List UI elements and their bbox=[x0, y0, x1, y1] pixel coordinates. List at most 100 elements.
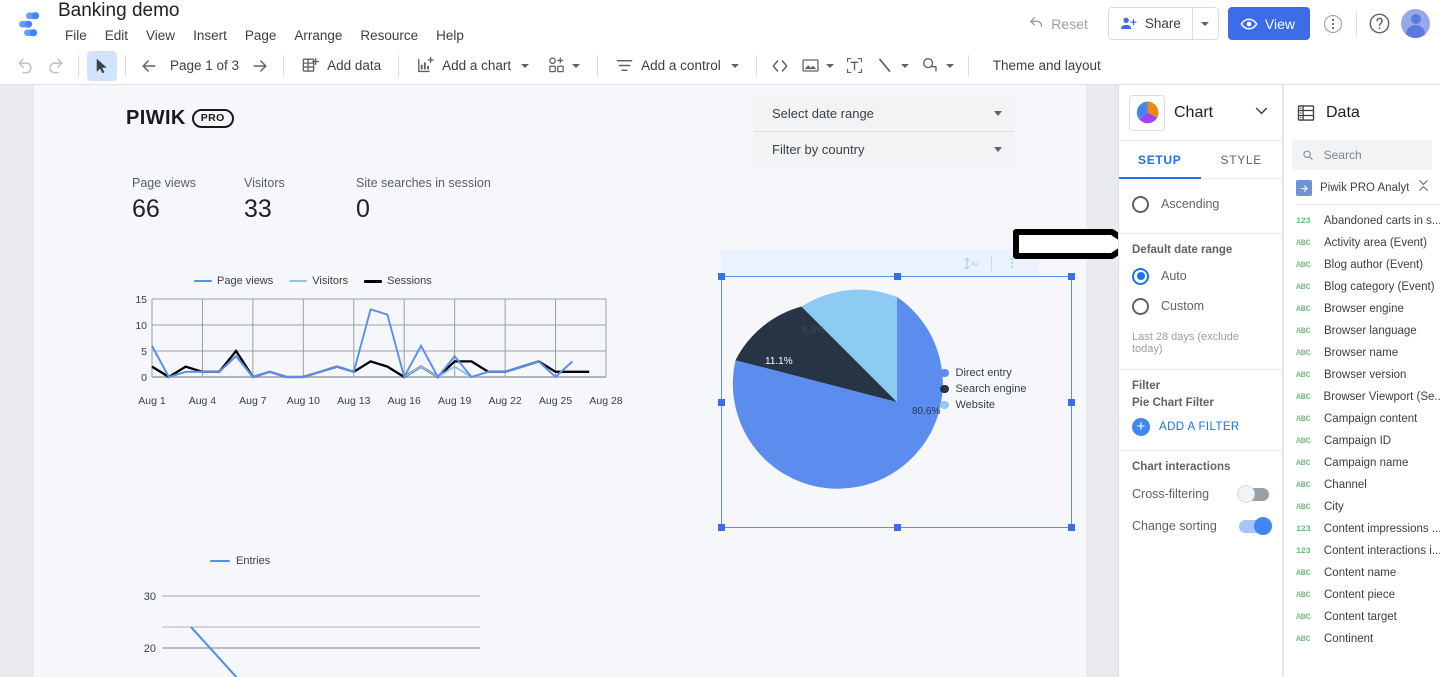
data-field-row[interactable]: ABC Continent bbox=[1284, 628, 1440, 650]
cross-filtering-toggle[interactable] bbox=[1237, 485, 1269, 503]
resize-handle-s[interactable] bbox=[894, 524, 901, 531]
menu-help[interactable]: Help bbox=[427, 24, 473, 48]
menu-insert[interactable]: Insert bbox=[184, 24, 236, 48]
document-title[interactable]: Banking demo bbox=[56, 0, 473, 22]
entries-chart[interactable]: Entries 30 20 bbox=[134, 555, 634, 677]
insert-image-button[interactable] bbox=[795, 51, 840, 80]
share-button[interactable]: Share bbox=[1109, 8, 1192, 39]
change-sorting-toggle[interactable] bbox=[1239, 517, 1272, 535]
insert-line-button[interactable] bbox=[870, 51, 915, 80]
collapse-source-icon[interactable] bbox=[1417, 179, 1430, 197]
data-field-row[interactable]: ABC Content name bbox=[1284, 562, 1440, 584]
toggle-row-cross-filtering[interactable]: Cross-filtering bbox=[1132, 478, 1269, 510]
section-title: Filter bbox=[1132, 380, 1161, 392]
help-button[interactable] bbox=[1365, 10, 1393, 38]
radio-date-custom[interactable]: Custom bbox=[1132, 291, 1269, 321]
chart-type-thumbnail[interactable] bbox=[1129, 94, 1165, 131]
radio-ascending[interactable]: Ascending bbox=[1132, 189, 1269, 219]
data-search-box[interactable] bbox=[1292, 140, 1432, 170]
more-options-button[interactable] bbox=[1318, 9, 1348, 39]
sort-order-section: Ascending bbox=[1119, 179, 1282, 234]
add-data-button[interactable]: Add data bbox=[292, 51, 390, 80]
chevron-down-icon bbox=[572, 63, 581, 68]
x-tick-label: Aug 13 bbox=[337, 395, 371, 407]
data-field-row[interactable]: 123 Abandoned carts in s... bbox=[1284, 210, 1440, 232]
data-field-row[interactable]: ABC Campaign ID bbox=[1284, 430, 1440, 452]
field-name: Content piece bbox=[1324, 589, 1395, 601]
date-range-control[interactable]: Select date range bbox=[753, 95, 1015, 131]
data-field-row[interactable]: ABC Blog category (Event) bbox=[1284, 276, 1440, 298]
search-input[interactable] bbox=[1321, 147, 1422, 163]
widget-selection-box[interactable]: 80.6% 11.1% 8.3% Direct entry Search eng… bbox=[718, 273, 1075, 531]
radio-date-auto[interactable]: Auto bbox=[1132, 261, 1269, 291]
scorecard-value: 33 bbox=[244, 195, 272, 223]
data-field-row[interactable]: 123 Content interactions i... bbox=[1284, 540, 1440, 562]
chart-type-dropdown-button[interactable] bbox=[1253, 102, 1272, 124]
scorecard-page-views[interactable]: Page views 66 bbox=[132, 175, 244, 225]
resize-handle-se[interactable] bbox=[1068, 524, 1075, 531]
scorecard-site-searches[interactable]: Site searches in session 0 bbox=[356, 175, 491, 225]
add-component-button[interactable] bbox=[538, 51, 589, 80]
menu-arrange[interactable]: Arrange bbox=[285, 24, 351, 48]
resize-handle-e[interactable] bbox=[1068, 399, 1075, 406]
resize-handle-sw[interactable] bbox=[718, 524, 725, 531]
data-field-row[interactable]: ABC Browser Viewport (Se... bbox=[1284, 386, 1440, 408]
add-control-button[interactable]: Add a control bbox=[606, 51, 748, 80]
data-source-row[interactable]: Piwik PRO Analyti... bbox=[1284, 170, 1440, 204]
data-field-row[interactable]: 123 Content impressions ... bbox=[1284, 518, 1440, 540]
data-field-row[interactable]: ABC City bbox=[1284, 496, 1440, 518]
resize-handle-nw[interactable] bbox=[718, 273, 725, 280]
toggle-row-change-sorting[interactable]: Change sorting bbox=[1132, 510, 1272, 542]
menu-view[interactable]: View bbox=[137, 24, 184, 48]
data-field-row[interactable]: ABC Content piece bbox=[1284, 584, 1440, 606]
next-page-button[interactable] bbox=[245, 51, 275, 81]
data-field-row[interactable]: ABC Channel bbox=[1284, 474, 1440, 496]
previous-page-button[interactable] bbox=[134, 51, 164, 81]
app-logo[interactable] bbox=[0, 0, 56, 47]
chart-interactions-section: Chart interactions Cross-filtering Chang… bbox=[1119, 451, 1282, 556]
share-dropdown-button[interactable] bbox=[1191, 8, 1218, 39]
eye-icon bbox=[1240, 17, 1258, 30]
reset-button[interactable]: Reset bbox=[1014, 9, 1102, 38]
resize-handle-ne[interactable] bbox=[1068, 273, 1075, 280]
redo-button[interactable] bbox=[40, 51, 70, 81]
view-button[interactable]: View bbox=[1227, 7, 1310, 40]
sort-az-icon[interactable]: AZ bbox=[958, 252, 984, 274]
piwik-pro-logo: PIWIK PRO bbox=[126, 107, 234, 130]
data-field-row[interactable]: ABC Content target bbox=[1284, 606, 1440, 628]
section-title: Default date range bbox=[1132, 244, 1233, 256]
embed-code-button[interactable] bbox=[765, 51, 795, 81]
page-indicator[interactable]: Page 1 of 3 bbox=[164, 58, 245, 73]
data-field-list[interactable]: 123 Abandoned carts in s... ABC Activity ar… bbox=[1284, 205, 1440, 650]
insert-text-button[interactable] bbox=[840, 51, 870, 81]
data-field-row[interactable]: ABC Browser version bbox=[1284, 364, 1440, 386]
resize-handle-w[interactable] bbox=[718, 399, 725, 406]
data-field-row[interactable]: ABC Campaign name bbox=[1284, 452, 1440, 474]
select-tool-button[interactable] bbox=[87, 50, 117, 81]
timeseries-chart[interactable]: Page views Visitors Sessions 0 5 10 15 Aug … bbox=[134, 275, 634, 407]
menu-page[interactable]: Page bbox=[236, 24, 286, 48]
data-field-row[interactable]: ABC Blog author (Event) bbox=[1284, 254, 1440, 276]
data-field-row[interactable]: ABC Browser name bbox=[1284, 342, 1440, 364]
pie-chart-widget[interactable]: AZ bbox=[687, 250, 1075, 532]
data-field-row[interactable]: ABC Browser engine bbox=[1284, 298, 1440, 320]
report-canvas[interactable]: PIWIK PRO Page views 66 Visitors 33 Site… bbox=[34, 85, 1086, 677]
scorecard-visitors[interactable]: Visitors 33 bbox=[244, 175, 356, 225]
tab-style[interactable]: STYLE bbox=[1201, 141, 1283, 178]
undo-button[interactable] bbox=[10, 51, 40, 81]
data-field-row[interactable]: ABC Activity area (Event) bbox=[1284, 232, 1440, 254]
add-a-filter-button[interactable]: + ADD A FILTER bbox=[1132, 418, 1269, 436]
tab-setup[interactable]: SETUP bbox=[1119, 141, 1201, 179]
insert-shape-button[interactable] bbox=[915, 51, 960, 80]
country-filter-control[interactable]: Filter by country bbox=[753, 131, 1015, 167]
cursor-arrow-icon bbox=[96, 58, 107, 73]
menu-file[interactable]: File bbox=[56, 24, 96, 48]
add-chart-button[interactable]: Add a chart bbox=[407, 51, 538, 80]
resize-handle-n[interactable] bbox=[894, 273, 901, 280]
data-field-row[interactable]: ABC Campaign content bbox=[1284, 408, 1440, 430]
user-avatar[interactable] bbox=[1401, 9, 1430, 38]
data-field-row[interactable]: ABC Browser language bbox=[1284, 320, 1440, 342]
theme-and-layout-button[interactable]: Theme and layout bbox=[983, 53, 1111, 78]
menu-resource[interactable]: Resource bbox=[351, 24, 427, 48]
menu-edit[interactable]: Edit bbox=[96, 24, 137, 48]
